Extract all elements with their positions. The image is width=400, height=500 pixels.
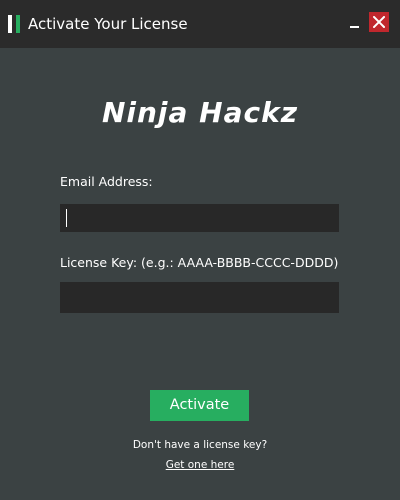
email-label: Email Address: <box>60 174 153 189</box>
text-caret <box>66 209 67 227</box>
window-title: Activate Your License <box>28 15 188 33</box>
brand-title: Ninja Hackz <box>101 96 299 129</box>
no-license-key-text: Don't have a license key? <box>132 439 268 451</box>
minimize-icon <box>350 26 359 28</box>
title-bar[interactable]: Activate Your License <box>0 0 400 48</box>
close-button[interactable] <box>369 12 389 32</box>
get-one-here-link[interactable]: Get one here <box>166 459 235 471</box>
license-key-label: License Key: (e.g.: AAAA-BBBB-CCCC-DDDD) <box>60 255 339 270</box>
get-license-link-row: Get one here <box>0 458 400 472</box>
email-field[interactable] <box>60 204 339 232</box>
activate-button[interactable]: Activate <box>150 390 249 421</box>
minimize-button[interactable] <box>345 12 363 32</box>
app-logo-icon <box>8 15 20 33</box>
close-icon <box>373 16 385 28</box>
license-window: Activate Your License Ninja Hackz Email … <box>0 0 400 500</box>
license-key-field[interactable] <box>60 282 339 313</box>
